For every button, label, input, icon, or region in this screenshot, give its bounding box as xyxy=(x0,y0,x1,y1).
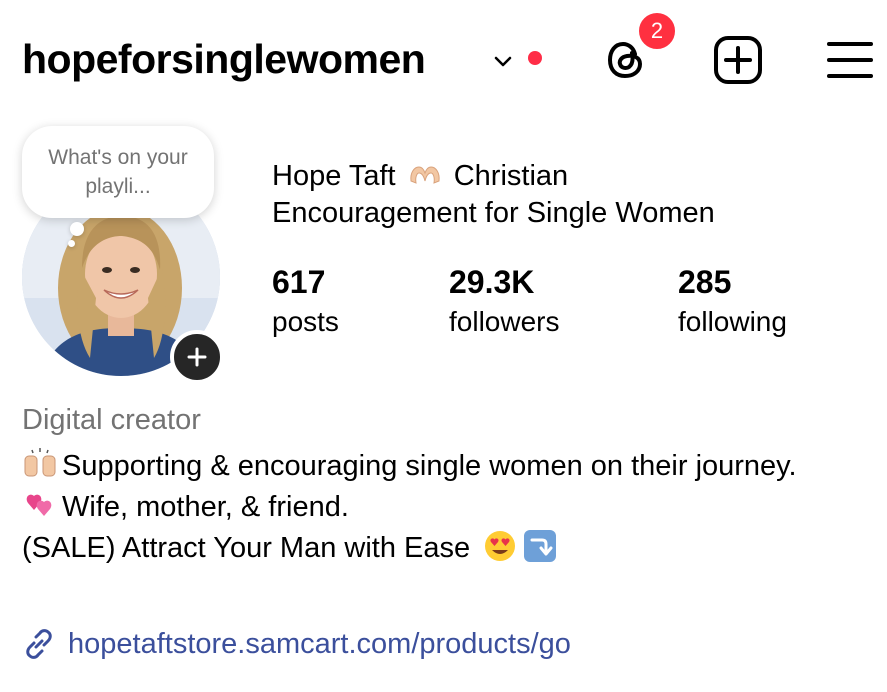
note-bubble[interactable]: What's on your playli... xyxy=(22,126,214,218)
stat-label: following xyxy=(678,306,787,337)
bio-line-2-text: Wife, mother, & friend. xyxy=(62,491,349,523)
bio-link[interactable]: hopetaftstore.samcart.com/products/go xyxy=(22,622,571,666)
full-name-part2: Christian xyxy=(453,160,569,192)
note-tail xyxy=(70,222,84,236)
heart-eyes-icon xyxy=(485,531,516,561)
chevron-down-icon[interactable] xyxy=(492,50,514,72)
full-name-line2: Encouragement for Single Women xyxy=(272,197,715,229)
bio-line-3: (SALE) Attract Your Man with Ease xyxy=(22,528,872,569)
stat-posts[interactable]: 617 posts xyxy=(272,262,339,342)
stat-value: 29.3K xyxy=(449,264,535,300)
username[interactable]: hopeforsinglewomen xyxy=(22,36,426,83)
bio-link-text[interactable]: hopetaftstore.samcart.com/products/go xyxy=(68,628,571,661)
bio-line-2: Wife, mother, & friend. xyxy=(22,487,872,528)
add-story-button[interactable] xyxy=(170,330,224,384)
profile-header: hopeforsinglewomen 2 xyxy=(0,0,887,120)
bio-line-3-text: (SALE) Attract Your Man with Ease xyxy=(22,532,471,564)
profile-bio: Supporting & encouraging single women on… xyxy=(22,446,872,569)
stat-followers[interactable]: 29.3K followers xyxy=(449,262,559,342)
stat-following[interactable]: 285 following xyxy=(678,262,787,342)
profile-full-name: Hope Taft Christian Encouragement for Si… xyxy=(272,158,872,232)
arrow-down-right-icon xyxy=(524,530,557,562)
full-name-part1: Hope Taft xyxy=(272,160,396,192)
notification-dot xyxy=(528,51,542,65)
link-icon xyxy=(26,629,52,659)
raised-hands-icon xyxy=(24,448,56,477)
menu-icon[interactable] xyxy=(826,38,874,82)
stat-value: 285 xyxy=(678,264,732,300)
note-text: What's on your playli... xyxy=(48,146,188,198)
two-hearts-icon xyxy=(26,494,52,516)
plus-icon xyxy=(187,347,207,367)
new-post-icon[interactable] xyxy=(712,34,764,86)
stat-value: 617 xyxy=(272,264,326,300)
profile-category: Digital creator xyxy=(22,404,201,436)
note-tail xyxy=(68,240,75,247)
heart-hands-icon xyxy=(410,166,440,184)
bio-line-1: Supporting & encouraging single women on… xyxy=(22,446,872,487)
threads-badge: 2 xyxy=(636,10,678,52)
bio-line-1-text: Supporting & encouraging single women on… xyxy=(62,450,797,482)
stat-label: posts xyxy=(272,306,339,337)
stat-label: followers xyxy=(449,306,560,337)
